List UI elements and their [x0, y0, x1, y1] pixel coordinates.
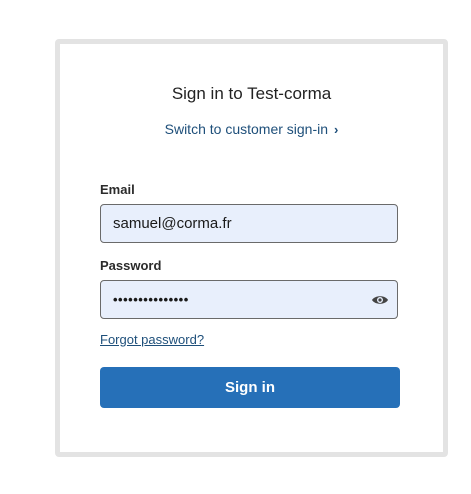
- email-label: Email: [100, 182, 135, 197]
- page-title: Sign in to Test-corma: [171, 84, 332, 103]
- password-label: Password: [100, 258, 162, 273]
- switch-link-label: Switch to customer sign-in: [164, 121, 329, 137]
- password-value: •••••••••••••••: [113, 292, 189, 307]
- email-field[interactable]: samuel@corma.fr: [100, 204, 398, 243]
- password-field[interactable]: •••••••••••••••: [100, 280, 398, 319]
- eye-icon[interactable]: [371, 294, 389, 306]
- sign-in-button[interactable]: Sign in: [100, 367, 400, 408]
- switch-to-customer-link[interactable]: Switch to customer sign-in ›: [60, 119, 443, 140]
- signin-card: Sign in to Test-corma Switch to customer…: [55, 39, 448, 457]
- chevron-right-icon: ›: [334, 122, 339, 137]
- forgot-password-link[interactable]: Forgot password?: [100, 332, 204, 348]
- email-value: samuel@corma.fr: [113, 215, 232, 232]
